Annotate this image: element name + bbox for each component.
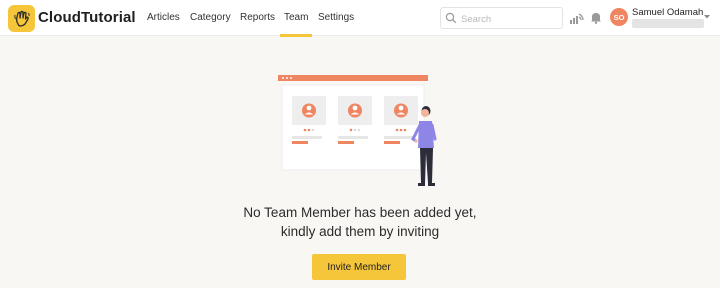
- nav-item-team[interactable]: Team: [279, 12, 313, 37]
- nav-item-reports[interactable]: Reports: [240, 12, 275, 23]
- invite-member-button[interactable]: Invite Member: [312, 254, 406, 280]
- member-card-1: [292, 96, 326, 144]
- chevron-down-icon[interactable]: [703, 14, 711, 20]
- app-name[interactable]: CloudTutorial: [38, 9, 136, 26]
- user-avatar[interactable]: SO: [610, 8, 628, 26]
- nav-item-articles[interactable]: Articles: [147, 12, 180, 23]
- member-card-2: [338, 96, 372, 144]
- waving-hand-icon: [13, 10, 30, 27]
- nav-item-settings[interactable]: Settings: [318, 12, 354, 23]
- search-input[interactable]: [459, 10, 561, 28]
- empty-state-message-line2: kindly add them by inviting: [280, 224, 440, 239]
- nav-item-category[interactable]: Category: [190, 12, 231, 23]
- user-email-placeholder: [632, 19, 704, 28]
- empty-state-message-line1: No Team Member has been added yet,: [243, 205, 477, 220]
- broadcast-icon[interactable]: [568, 11, 586, 25]
- search-box[interactable]: [440, 7, 563, 29]
- top-navigation-bar: CloudTutorial Articles Category Reports …: [0, 0, 720, 37]
- bell-icon[interactable]: [590, 11, 602, 24]
- search-icon: [445, 12, 457, 24]
- user-name[interactable]: Samuel Odamah: [632, 7, 703, 18]
- logo-badge[interactable]: [8, 5, 35, 32]
- team-empty-illustration: [278, 75, 437, 186]
